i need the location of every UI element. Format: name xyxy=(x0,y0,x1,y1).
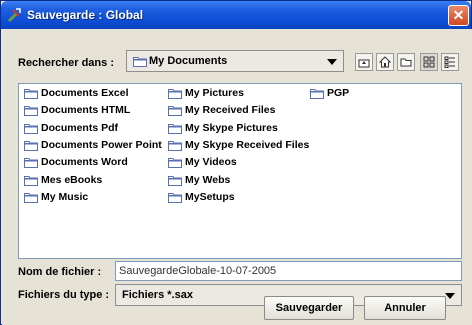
folder-icon xyxy=(168,88,182,102)
list-item-label: Documents Pdf xyxy=(41,121,119,134)
details-view-button[interactable] xyxy=(441,53,459,71)
list-item-label: My Received Files xyxy=(185,104,276,117)
details-view-icon xyxy=(444,56,455,68)
list-item-label: Documents Power Point xyxy=(41,138,162,151)
folder-icon xyxy=(24,157,38,171)
list-item-label: My Skype Received Files xyxy=(185,138,310,151)
lookin-dropdown[interactable]: My Documents xyxy=(126,50,344,72)
folder-icon xyxy=(24,192,38,206)
java-cup-icon xyxy=(8,8,21,22)
list-item-label: Mes eBooks xyxy=(41,173,103,186)
filetype-label: Fichiers du type : xyxy=(18,289,110,301)
folder-icon xyxy=(24,105,38,119)
filetype-value: Fichiers *.sax xyxy=(122,289,193,301)
home-button[interactable] xyxy=(376,53,394,71)
list-view-button[interactable] xyxy=(420,53,438,71)
folder-icon xyxy=(168,157,182,171)
home-icon xyxy=(379,56,391,68)
folder-icon xyxy=(168,192,182,206)
chevron-down-icon[interactable] xyxy=(445,293,455,299)
window-title: Sauvegarde : Global xyxy=(27,8,144,22)
up-folder-icon xyxy=(358,59,370,68)
list-item-label: MySetups xyxy=(185,190,235,203)
list-item-label: My Pictures xyxy=(185,87,244,99)
list-item-label: Documents HTML xyxy=(41,104,131,117)
lookin-value: My Documents xyxy=(149,55,228,67)
filename-label: Nom de fichier : xyxy=(18,266,102,278)
dialog-body: Rechercher dans : My Documents Documents… xyxy=(2,29,472,325)
folder-icon xyxy=(24,123,38,137)
new-folder-button[interactable] xyxy=(397,53,415,71)
list-item-label: PGP xyxy=(327,87,350,99)
file-list[interactable]: Documents Excel Documents HTML Documents P… xyxy=(18,83,462,259)
list-item-label: My Music xyxy=(41,190,89,203)
list-item-label: My Webs xyxy=(185,173,231,186)
folder-icon xyxy=(168,123,182,137)
list-item-label: My Skype Pictures xyxy=(185,121,278,134)
up-folder-button[interactable] xyxy=(355,53,373,71)
folder-icon xyxy=(24,175,38,189)
list-item-label: Documents Word xyxy=(41,156,128,169)
new-folder-icon xyxy=(400,58,412,67)
list-item-label: Documents Excel xyxy=(41,87,129,99)
list-item-label: My Videos xyxy=(185,156,237,169)
folder-icon xyxy=(24,88,38,102)
list-view-icon xyxy=(423,56,435,68)
filename-input[interactable] xyxy=(115,261,462,281)
close-button[interactable]: ✕ xyxy=(448,5,469,26)
folder-icon xyxy=(168,175,182,189)
save-dialog: Sauvegarde : Global ✕ Rechercher dans : … xyxy=(0,0,472,325)
folder-icon xyxy=(168,140,182,154)
folder-icon xyxy=(133,57,147,67)
folder-icon xyxy=(310,88,324,102)
chevron-down-icon[interactable] xyxy=(327,59,337,65)
cancel-button[interactable]: Annuler xyxy=(364,296,446,320)
folder-icon xyxy=(24,140,38,154)
save-button[interactable]: Sauvegarder xyxy=(264,296,354,320)
folder-icon xyxy=(168,105,182,119)
lookin-label: Rechercher dans : xyxy=(18,57,114,69)
title-bar[interactable]: Sauvegarde : Global ✕ xyxy=(1,1,471,29)
